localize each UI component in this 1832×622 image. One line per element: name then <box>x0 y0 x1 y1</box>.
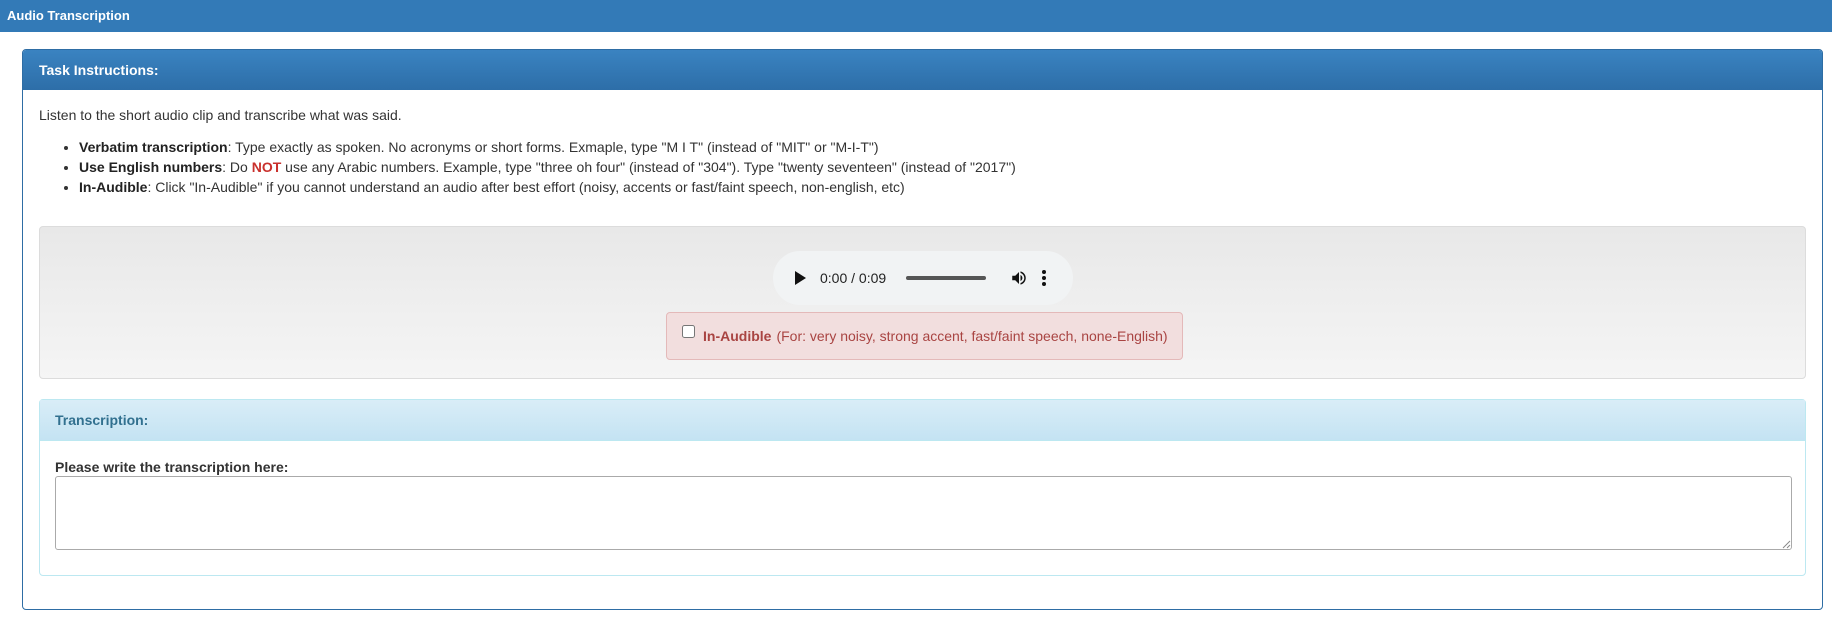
rule-text: : Do <box>222 159 252 175</box>
rule-english-numbers: Use English numbers: Do NOT use any Arab… <box>79 157 1016 177</box>
audio-seek-bar[interactable] <box>906 276 987 280</box>
audio-player[interactable]: 0:00 / 0:09 <box>773 251 1073 305</box>
audio-well: 0:00 / 0:09 In-Audible (For: very noisy,… <box>39 226 1806 379</box>
task-instructions-panel: Task Instructions: Listen to the short a… <box>22 49 1823 610</box>
volume-icon[interactable] <box>1010 269 1028 287</box>
rule-term: In-Audible <box>79 179 148 195</box>
rule-term: Use English numbers <box>79 159 223 175</box>
transcription-prompt: Please write the transcription here: <box>55 459 289 475</box>
task-instructions-heading: Task Instructions: <box>23 50 1822 90</box>
play-icon[interactable] <box>795 271 806 285</box>
inaudible-label[interactable]: In-Audible <box>703 328 771 344</box>
rule-text: : Click "In-Audible" if you cannot under… <box>147 179 905 195</box>
app-title-bar: Audio Transcription <box>0 0 1832 32</box>
task-rules-list: Verbatim transcription: Type exactly as … <box>39 137 1016 197</box>
transcription-textarea[interactable] <box>55 476 1792 550</box>
transcription-panel: Transcription: Please write the transcri… <box>39 399 1806 576</box>
app-title: Audio Transcription <box>7 8 130 23</box>
audio-time: 0:00 / 0:09 <box>820 270 887 286</box>
task-intro-text: Listen to the short audio clip and trans… <box>39 107 402 123</box>
inaudible-checkbox[interactable] <box>682 324 695 338</box>
more-vert-icon[interactable] <box>1042 270 1047 286</box>
rule-emphasis: NOT <box>251 159 282 175</box>
rule-inaudible: In-Audible: Click "In-Audible" if you ca… <box>79 177 1016 197</box>
resize-grip-icon[interactable] <box>1781 539 1791 549</box>
rule-term: Verbatim transcription <box>79 139 228 155</box>
rule-text: : Type exactly as spoken. No acronyms or… <box>227 139 879 155</box>
inaudible-alert: In-Audible (For: very noisy, strong acce… <box>666 312 1183 360</box>
transcription-heading: Transcription: <box>40 400 1805 441</box>
rule-verbatim: Verbatim transcription: Type exactly as … <box>79 137 1016 157</box>
inaudible-hint: (For: very noisy, strong accent, fast/fa… <box>776 328 1168 344</box>
rule-text: use any Arabic numbers. Example, type "t… <box>281 159 1016 175</box>
